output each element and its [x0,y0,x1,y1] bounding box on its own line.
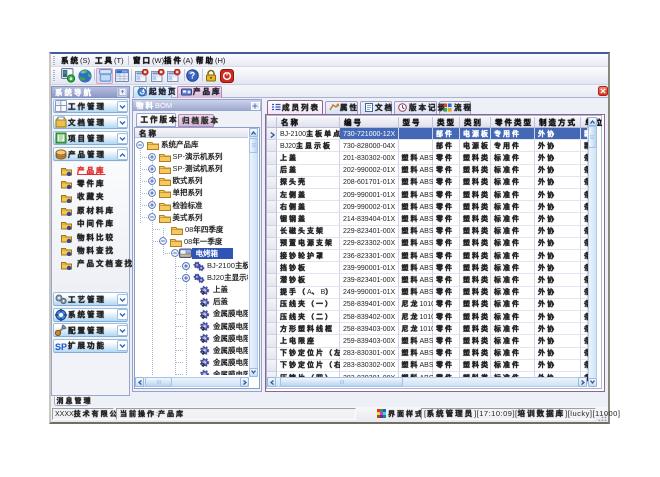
svg-text:?: ? [190,71,196,81]
svg-text:SP: SP [55,342,67,352]
